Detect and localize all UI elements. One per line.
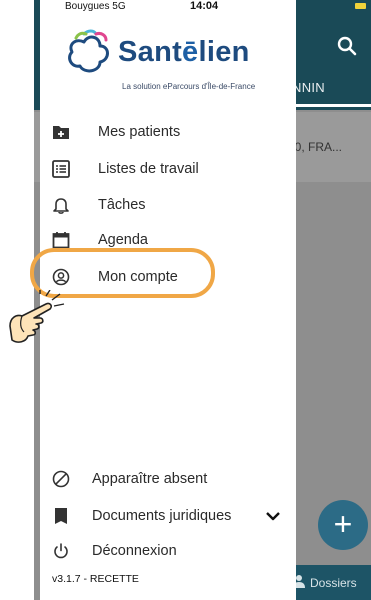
status-bar: Bouygues 5G 14:04 xyxy=(40,0,371,14)
do-not-disturb-icon xyxy=(52,470,70,488)
list-icon xyxy=(52,160,70,178)
menu-item-mes-patients[interactable]: Mes patients xyxy=(52,119,180,145)
menu-item-deconnexion[interactable]: Déconnexion xyxy=(52,538,177,564)
logo-tagline: La solution eParcours d'Île-de-France xyxy=(122,82,256,91)
menu-item-label: Documents juridiques xyxy=(92,508,232,524)
add-fab-button[interactable]: + xyxy=(318,500,368,550)
menu-item-label: Déconnexion xyxy=(92,543,177,559)
navigation-drawer: Bouygues 5G 14:04 Santēlien La solution … xyxy=(40,0,296,600)
app-version: v3.1.7 - RECETTE xyxy=(52,573,139,585)
tab-underline xyxy=(284,104,371,107)
menu-item-label: Apparaître absent xyxy=(92,471,208,487)
calendar-icon xyxy=(52,232,70,249)
power-icon xyxy=(54,543,68,559)
tab-dossiers[interactable]: Dossiers xyxy=(310,576,357,590)
phone-screen: NNIN D0, FRA... + Dossiers Bouygues 5G 1… xyxy=(34,0,371,600)
battery-icon xyxy=(355,3,366,9)
clock: 14:04 xyxy=(190,0,219,12)
chevron-down-icon[interactable] xyxy=(266,511,280,521)
santelien-logo: Santēlien La solution eParcours d'Île-de… xyxy=(60,22,280,100)
add-folder-icon xyxy=(53,126,69,139)
carrier-label: Bouygues 5G xyxy=(65,1,126,12)
search-icon[interactable] xyxy=(337,36,357,56)
document-icon xyxy=(55,508,67,524)
menu-item-label: Listes de travail xyxy=(98,161,199,177)
logo-wordmark: Santēlien xyxy=(118,36,250,68)
menu-item-label: Tâches xyxy=(98,197,146,213)
logo-mark-icon xyxy=(68,29,109,73)
tab-label[interactable]: NNIN xyxy=(292,80,325,95)
menu-item-label: Agenda xyxy=(98,232,148,248)
menu-item-label: Mes patients xyxy=(98,124,181,140)
menu-item-documents-juridiques[interactable]: Documents juridiques xyxy=(52,503,292,529)
bell-icon xyxy=(53,198,69,214)
menu-item-listes-de-travail[interactable]: Listes de travail xyxy=(52,156,199,182)
hand-pointer-icon xyxy=(9,290,65,343)
menu-item-taches[interactable]: Tâches xyxy=(52,192,146,218)
menu-item-apparaitre-absent[interactable]: Apparaître absent xyxy=(52,466,207,492)
